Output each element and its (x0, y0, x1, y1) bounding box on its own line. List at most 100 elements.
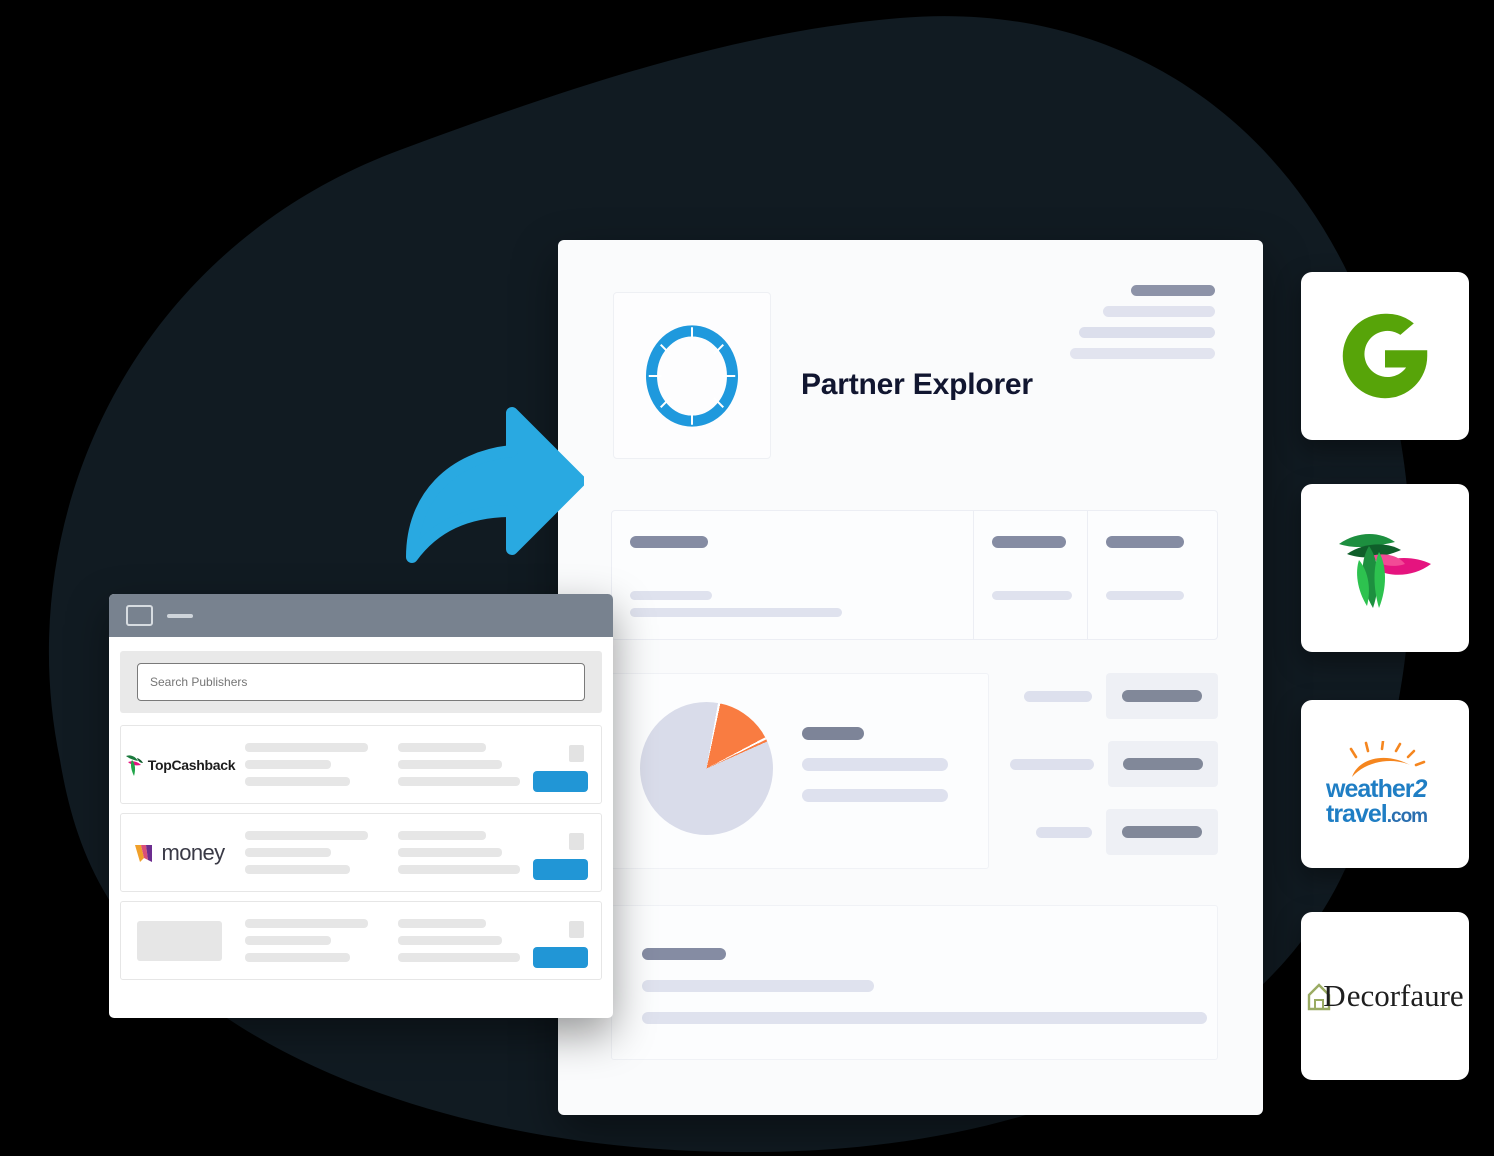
table-cell-line (1106, 591, 1184, 600)
legend-entry-title (802, 727, 864, 740)
list-item[interactable] (120, 901, 602, 980)
decorfaure-wordmark: Decorfaure (1306, 978, 1464, 1014)
brand-line-2: travel (1326, 800, 1388, 828)
minimize-icon[interactable] (167, 613, 193, 618)
table-cell-group (1106, 591, 1184, 600)
kpi-value-box (1106, 673, 1218, 719)
row-line (245, 760, 331, 769)
hummingbird-icon (1339, 534, 1431, 608)
list-item[interactable]: money (120, 813, 602, 892)
weather2travel-logo-card[interactable]: weather2 travel.com (1301, 700, 1469, 868)
row-column (245, 831, 368, 874)
kpi-row (1010, 809, 1218, 855)
groupon-logo-card[interactable] (1301, 272, 1469, 440)
row-line (398, 760, 502, 769)
table-cell-group (630, 591, 842, 617)
row-line (245, 919, 368, 928)
kpi-value (1122, 690, 1202, 702)
kpi-value-box (1108, 741, 1218, 787)
brand-suffix: .com (1386, 806, 1428, 827)
legend-entry (802, 758, 948, 771)
table-column-primary (612, 511, 974, 639)
search-input[interactable] (137, 663, 585, 701)
kpi-value-box (1106, 809, 1218, 855)
kpi-list (1010, 673, 1218, 855)
row-line (398, 777, 520, 786)
row-line (245, 848, 331, 857)
footer-text-bar (642, 1012, 1207, 1024)
weather2travel-wordmark: weather2 travel.com (1326, 775, 1428, 828)
kpi-label (1024, 690, 1092, 702)
money-logo: money (133, 832, 226, 874)
header-bar-1 (1131, 285, 1215, 296)
table-cell-line (992, 591, 1072, 600)
header-bar-3 (1079, 327, 1215, 338)
table-cell-group (992, 591, 1072, 600)
pie-slice-separators (640, 702, 773, 835)
kpi-row (1010, 673, 1218, 719)
share-arrow-icon (406, 407, 584, 563)
row-line (398, 953, 520, 962)
column-header (1106, 536, 1184, 548)
row-line (398, 743, 486, 752)
kpi-row (1010, 741, 1218, 787)
row-line (398, 848, 502, 857)
row-line (398, 865, 520, 874)
window-titlebar (109, 594, 613, 637)
row-checkbox[interactable] (569, 833, 584, 850)
footer-text-bar (642, 980, 874, 992)
row-column (245, 743, 368, 786)
logo-placeholder (137, 920, 222, 961)
row-action-button[interactable] (533, 859, 588, 880)
row-action-button[interactable] (533, 947, 588, 968)
summary-table (611, 510, 1218, 640)
row-column (398, 919, 520, 962)
search-bar-container (120, 651, 602, 713)
dashboard-header: Partner Explorer (558, 240, 1263, 470)
page-title: Partner Explorer (801, 368, 1033, 401)
row-column (398, 743, 520, 786)
row-placeholder-columns (245, 919, 520, 962)
canvas: Partner Explorer Search Publishers TopCa… (0, 0, 1494, 1156)
row-checkbox[interactable] (569, 745, 584, 762)
brand-initial: D (1323, 978, 1346, 1013)
publisher-list: TopCashback money (109, 713, 613, 980)
brand-name: ecorfaure (1346, 978, 1464, 1013)
row-action-button[interactable] (533, 771, 588, 792)
pie-chart (640, 702, 773, 835)
publisher-name: TopCashback (147, 756, 236, 773)
row-line (245, 831, 368, 840)
topcashback-logo-card[interactable] (1301, 484, 1469, 652)
row-line (245, 865, 350, 874)
hummingbird-icon (125, 754, 143, 776)
topcashback-logo: TopCashback (125, 744, 236, 786)
logo-tile (613, 292, 771, 459)
row-placeholder-columns (245, 831, 520, 874)
footer-card (611, 905, 1218, 1060)
pie-chart-legend (802, 727, 948, 802)
brand-line-1: weather (1326, 775, 1414, 803)
row-line (245, 936, 331, 945)
column-header (630, 536, 708, 548)
kpi-label (1010, 758, 1095, 770)
window-icon (126, 605, 153, 626)
row-line (245, 953, 350, 962)
row-column (398, 831, 520, 874)
header-bar-2 (1103, 306, 1215, 317)
legend-entry (802, 789, 948, 802)
table-column-metric-2 (1088, 511, 1217, 639)
row-line (245, 743, 368, 752)
partner-explorer-panel: Partner Explorer (558, 240, 1263, 1115)
column-header (992, 536, 1066, 548)
decorfaure-logo-card[interactable]: Decorfaure (1301, 912, 1469, 1080)
pie-chart-card (611, 673, 989, 869)
row-column (245, 919, 368, 962)
list-item[interactable]: TopCashback (120, 725, 602, 804)
row-checkbox[interactable] (569, 921, 584, 938)
table-column-metric-1 (974, 511, 1088, 639)
placeholder-logo (133, 920, 226, 962)
kpi-label (1036, 826, 1092, 838)
groupon-g-icon (1342, 313, 1428, 399)
kpi-value (1122, 826, 1202, 838)
segmented-ring-icon (646, 324, 738, 427)
